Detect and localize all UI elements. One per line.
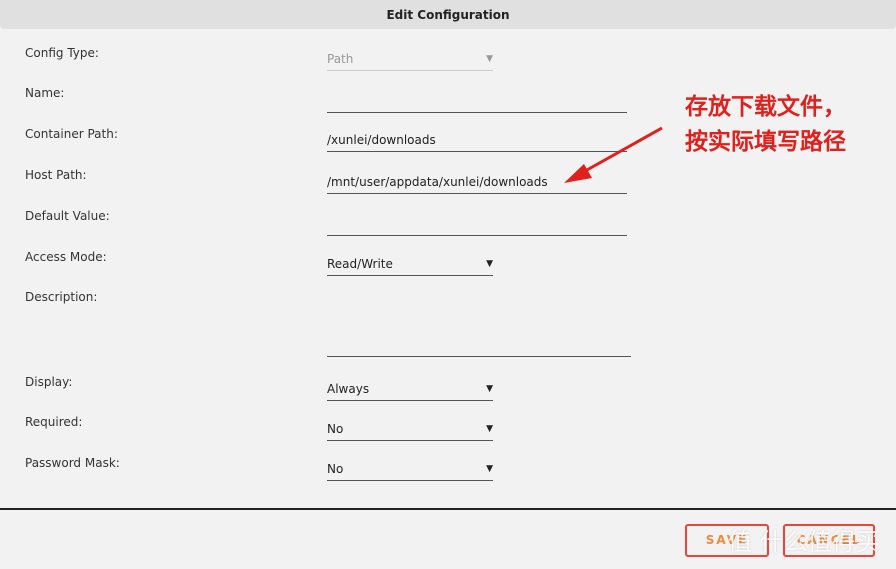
watermark-logo: 值 什么值得买 xyxy=(728,528,880,556)
annotation-arrow-icon xyxy=(564,126,663,183)
